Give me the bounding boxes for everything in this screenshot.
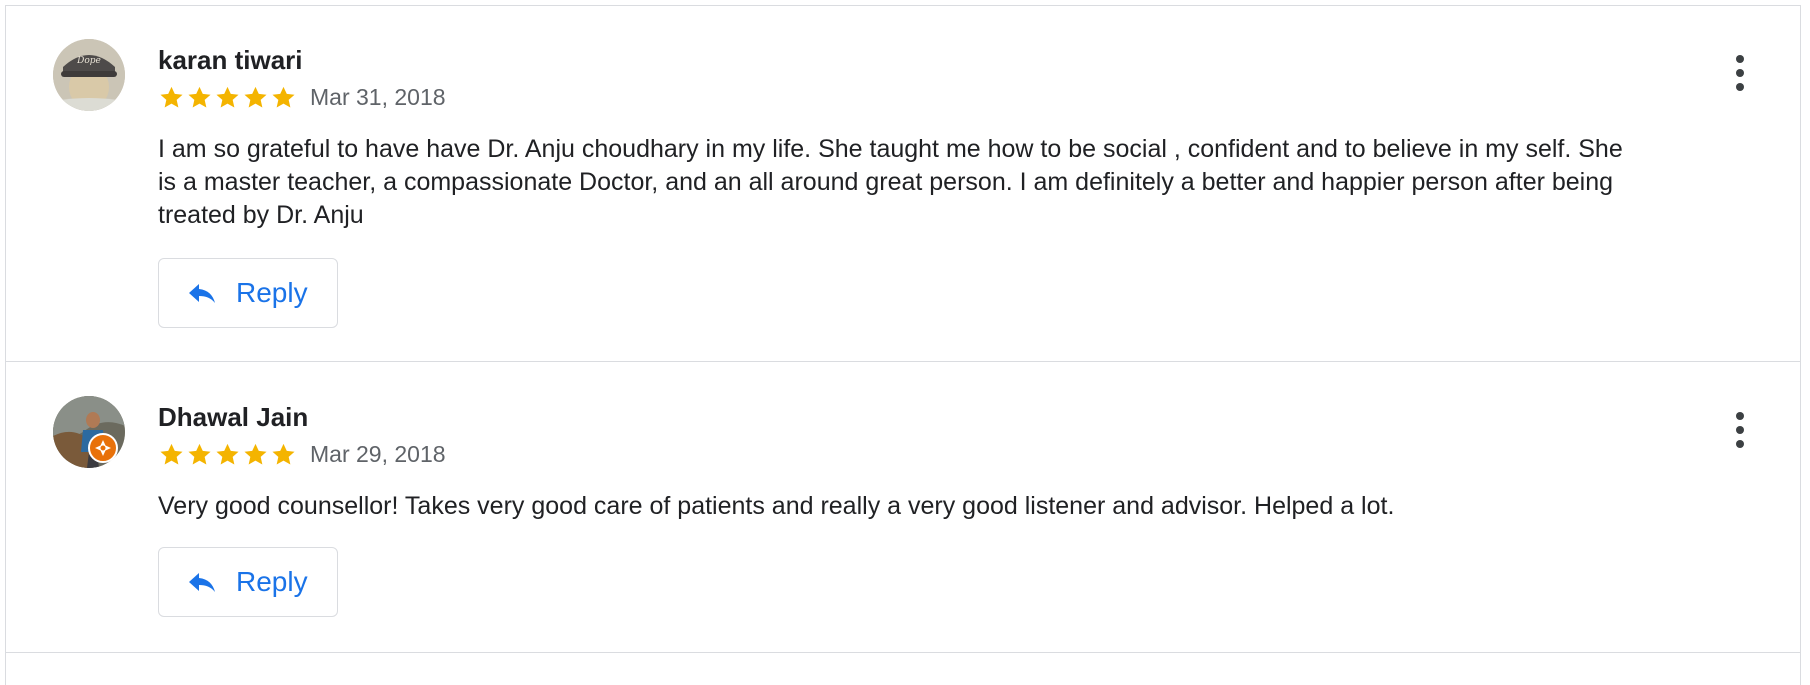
rating-row: Mar 29, 2018 [158,439,446,469]
more-options-button[interactable] [1730,408,1750,452]
reply-icon [189,573,215,592]
rating-row: Mar 31, 2018 [158,82,446,112]
more-vert-icon [1736,55,1744,91]
review-date: Mar 31, 2018 [310,84,446,110]
review-card: Dhawal Jain Mar 29, 2018 Very good couns… [5,363,1801,653]
reply-label: Reply [236,566,308,597]
star-rating [158,441,297,468]
star-rating [158,84,297,111]
svg-text:Dope: Dope [76,56,101,66]
reviewer-name[interactable]: Dhawal Jain [158,401,308,433]
star-icon [272,86,295,108]
reply-icon [189,284,215,303]
review-text: I am so grateful to have have Dr. Anju c… [158,135,1623,229]
review-text: Very good counsellor! Takes very good ca… [158,492,1395,520]
star-icon [160,443,183,465]
star-icon [216,443,239,465]
reply-button[interactable]: Reply [158,258,338,328]
avatar[interactable]: Dope [53,39,125,111]
more-vert-icon [1736,412,1744,448]
local-guide-badge-icon [88,433,118,463]
star-icon [188,86,211,108]
star-icon [244,443,267,465]
reviewer-name[interactable]: karan tiwari [158,44,303,76]
review-date: Mar 29, 2018 [310,441,446,467]
more-options-button[interactable] [1730,51,1750,95]
star-icon [272,443,295,465]
star-icon [188,443,211,465]
star-icon [244,86,267,108]
reply-button[interactable]: Reply [158,547,338,617]
reply-label: Reply [236,277,308,308]
star-icon [160,86,183,108]
star-icon [216,86,239,108]
review-card: Dope karan tiwari Mar 31, 2018 I am so g… [5,6,1801,362]
